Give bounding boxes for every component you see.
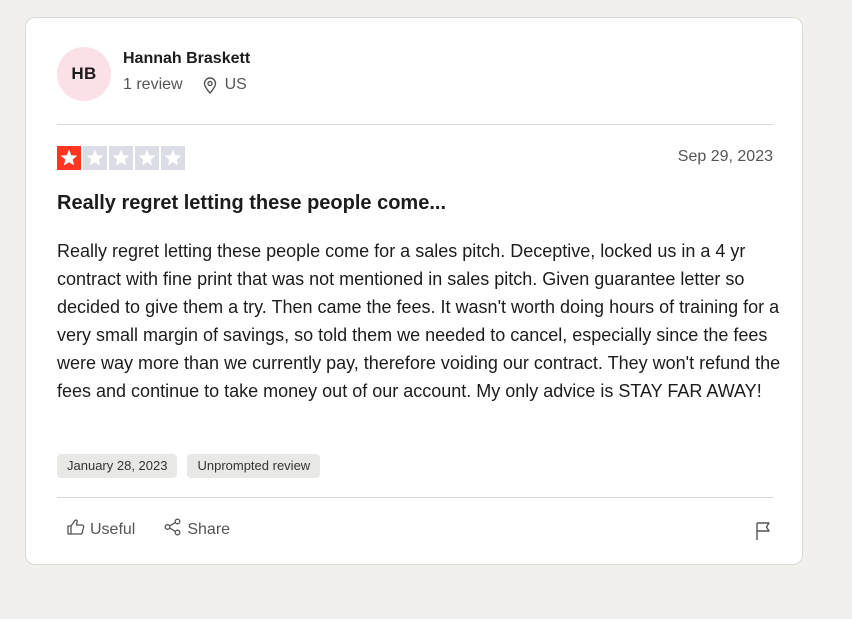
star-rating: [57, 146, 185, 170]
map-pin-icon: [203, 76, 217, 94]
star-empty-icon: [109, 146, 133, 170]
divider-bottom: [57, 497, 773, 498]
unprompted-review-tag[interactable]: Unprompted review: [187, 454, 321, 478]
flag-icon[interactable]: [754, 521, 772, 546]
reviewer-header: HB Hannah Braskett 1 review US: [57, 47, 250, 101]
reviewer-meta: 1 review US: [123, 76, 250, 94]
review-body: Really regret letting these people come …: [57, 241, 781, 401]
reviewer-name[interactable]: Hannah Braskett: [123, 48, 250, 70]
share-label: Share: [187, 520, 231, 538]
useful-label: Useful: [90, 520, 136, 538]
thumbs-up-icon: [66, 518, 90, 541]
star-filled-icon: [57, 146, 81, 170]
star-empty-icon: [83, 146, 107, 170]
reviewer-country: US: [224, 76, 247, 93]
star-empty-icon: [135, 146, 159, 170]
share-icon: [163, 518, 187, 541]
avatar[interactable]: HB: [57, 47, 111, 101]
star-empty-icon: [161, 146, 185, 170]
review-card: HB Hannah Braskett 1 review US Sep 29, 2…: [25, 17, 803, 565]
divider-top: [57, 124, 773, 125]
review-actions: Useful Share: [66, 518, 230, 541]
experience-date-tag: January 28, 2023: [57, 454, 178, 478]
share-button[interactable]: Share: [163, 518, 230, 541]
review-count: 1 review: [123, 76, 183, 93]
reviewer-info: Hannah Braskett 1 review US: [123, 50, 250, 94]
review-tags: January 28, 2023 Unprompted review: [57, 454, 321, 478]
review-title[interactable]: Really regret letting these people come.…: [57, 190, 446, 216]
useful-button[interactable]: Useful: [66, 518, 135, 541]
review-date: Sep 29, 2023: [677, 148, 773, 165]
